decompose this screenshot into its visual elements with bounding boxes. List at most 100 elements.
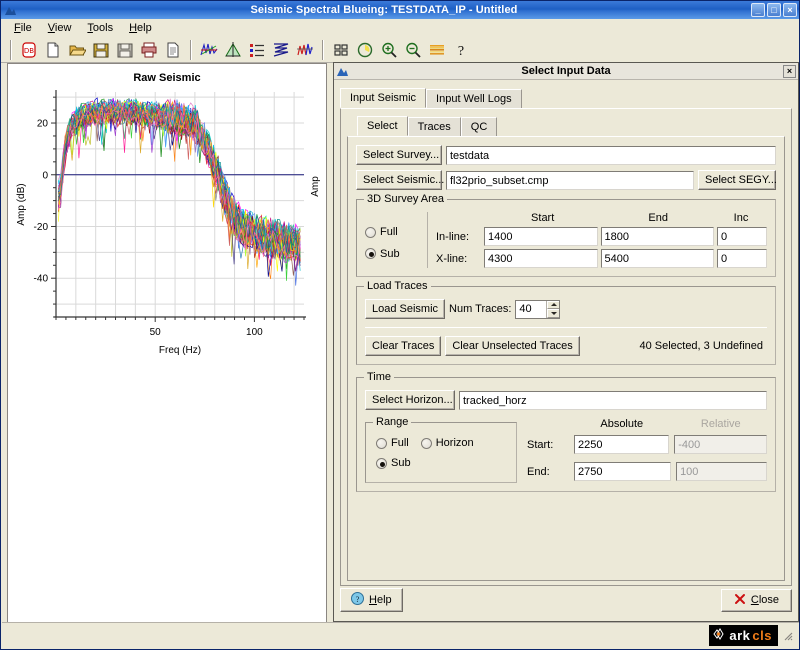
select-input-data-dialog: Select Input Data × Input Seismic Input …: [333, 62, 799, 622]
select-horizon-button[interactable]: Select Horizon...: [365, 390, 455, 410]
radio-survey-full-label: Full: [380, 226, 398, 238]
window-title: Seismic Spectral Blueing: TESTDATA_IP - …: [17, 4, 751, 16]
load-seismic-row: Load Seismic Num Traces: 40: [365, 299, 767, 319]
xline-end-field[interactable]: 5400: [601, 249, 715, 268]
save-as-floppy-icon[interactable]: [114, 39, 136, 61]
start-absolute-field[interactable]: 2250: [574, 435, 669, 454]
blueing-operator-icon[interactable]: [294, 39, 316, 61]
tab-traces[interactable]: Traces: [408, 117, 461, 136]
svg-text:?: ?: [458, 44, 464, 59]
radio-range-full-dot: [376, 438, 387, 449]
color-bar-icon[interactable]: [426, 39, 448, 61]
horizon-row: Select Horizon... tracked_horz: [365, 390, 767, 410]
end-absolute-field[interactable]: 2750: [574, 462, 671, 481]
col-header-inc: Inc: [715, 212, 767, 224]
plot-panel: Raw Seismic 200-20-4050100 Freq (Hz) Amp…: [7, 63, 327, 641]
help-button[interactable]: ? Help: [340, 588, 403, 612]
inner-tabrow: Select Traces QC: [357, 115, 785, 136]
time-group: Time Select Horizon... tracked_horz Rang…: [356, 377, 776, 492]
radio-survey-full-dot: [365, 227, 376, 238]
close-button[interactable]: ×: [783, 3, 797, 17]
load-traces-legend: Load Traces: [364, 280, 431, 292]
clear-unselected-traces-button[interactable]: Clear Unselected Traces: [445, 336, 579, 356]
num-traces-value[interactable]: 40: [516, 301, 546, 318]
toolbar-separator: [322, 40, 324, 60]
app-icon: [4, 4, 17, 17]
svg-text:50: 50: [150, 327, 162, 338]
radio-range-horizon[interactable]: Horizon: [421, 437, 474, 449]
xline-start-field[interactable]: 4300: [484, 249, 598, 268]
menu-file[interactable]: File: [7, 20, 39, 36]
clear-traces-button[interactable]: Clear Traces: [365, 336, 441, 356]
survey-name-field[interactable]: testdata: [446, 146, 776, 165]
statusbar: arkcls: [2, 622, 798, 648]
dialog-close-icon[interactable]: ×: [783, 65, 796, 78]
inline-label: In-line:: [436, 231, 481, 243]
menu-view[interactable]: View: [41, 20, 79, 36]
new-document-icon[interactable]: [42, 39, 64, 61]
close-button[interactable]: Close: [721, 589, 792, 612]
tab-qc[interactable]: QC: [461, 117, 498, 136]
dialog-title: Select Input Data: [349, 65, 783, 77]
zoom-out-icon[interactable]: [402, 39, 424, 61]
num-traces-stepper[interactable]: 40: [515, 300, 560, 319]
svg-text:20: 20: [37, 119, 49, 130]
radio-survey-sub[interactable]: Sub: [365, 248, 400, 260]
resize-grip[interactable]: [782, 630, 794, 642]
radio-survey-full[interactable]: Full: [365, 226, 398, 238]
application-window: Seismic Spectral Blueing: TESTDATA_IP - …: [0, 0, 800, 650]
spectrum-chart: 200-20-4050100 Freq (Hz) Amp (dB) Amp: [8, 64, 326, 640]
help-question-icon[interactable]: ?: [450, 39, 472, 61]
time-legend: Time: [364, 371, 394, 383]
save-floppy-icon[interactable]: [90, 39, 112, 61]
refresh-icon[interactable]: [354, 39, 376, 61]
radio-range-sub[interactable]: Sub: [376, 457, 411, 469]
database-icon[interactable]: DB: [18, 39, 40, 61]
start-relative-field: -400: [674, 435, 767, 454]
radio-range-sub-dot: [376, 458, 387, 469]
tab-select[interactable]: Select: [357, 116, 408, 136]
dialog-body: Input Seismic Input Well Logs Select Tra…: [334, 81, 798, 621]
seismic-file-field[interactable]: fl32prio_subset.cmp: [446, 171, 694, 190]
select-seismic-button[interactable]: Select Seismic...: [356, 170, 442, 190]
logo-text-cls: cls: [752, 628, 772, 643]
print-preview-icon[interactable]: [162, 39, 184, 61]
tab-input-seismic[interactable]: Input Seismic: [340, 88, 426, 108]
maximize-button[interactable]: □: [767, 3, 781, 17]
num-traces-label: Num Traces:: [449, 303, 511, 315]
spectrum-plot-icon[interactable]: [198, 39, 220, 61]
start-label: Start:: [527, 439, 569, 451]
inline-end-field[interactable]: 1800: [601, 227, 715, 246]
horizon-name-field[interactable]: tracked_horz: [459, 391, 767, 410]
num-traces-decrement-button[interactable]: [547, 309, 559, 318]
input-seismic-panel: Select Traces QC Select Survey... testda…: [340, 108, 792, 586]
col-header-absolute: Absolute: [574, 418, 670, 430]
open-folder-icon[interactable]: [66, 39, 88, 61]
menu-tools[interactable]: Tools: [80, 20, 120, 36]
time-fields: Absolute Relative Start: 2250 -400 End:: [527, 418, 767, 481]
inline-row: In-line: 1400 1800 0: [436, 227, 767, 246]
toolbar-separator: [10, 40, 12, 60]
menu-help[interactable]: Help: [122, 20, 159, 36]
inline-inc-field[interactable]: 0: [717, 227, 767, 246]
zoom-in-icon[interactable]: [378, 39, 400, 61]
radio-range-full[interactable]: Full: [376, 437, 409, 449]
load-seismic-button[interactable]: Load Seismic: [365, 299, 445, 319]
dialog-footer: ? Help Close: [340, 585, 792, 615]
end-label: End:: [527, 466, 569, 478]
range-group: Range Full Horizon: [365, 422, 517, 483]
help-button-label: Help: [369, 594, 392, 606]
print-icon[interactable]: [138, 39, 160, 61]
tab-input-well-logs[interactable]: Input Well Logs: [426, 89, 522, 108]
list-parameters-icon[interactable]: [246, 39, 268, 61]
select-segy-button[interactable]: Select SEGY...: [698, 170, 776, 190]
xline-inc-field[interactable]: 0: [717, 249, 767, 268]
trace-display-icon[interactable]: [270, 39, 292, 61]
minimize-button[interactable]: _: [751, 3, 765, 17]
survey-area-legend: 3D Survey Area: [364, 193, 447, 205]
wavelet-plot-icon[interactable]: [222, 39, 244, 61]
inline-start-field[interactable]: 1400: [484, 227, 598, 246]
select-survey-button[interactable]: Select Survey...: [356, 145, 442, 165]
num-traces-increment-button[interactable]: [547, 301, 559, 310]
tile-windows-icon[interactable]: [330, 39, 352, 61]
